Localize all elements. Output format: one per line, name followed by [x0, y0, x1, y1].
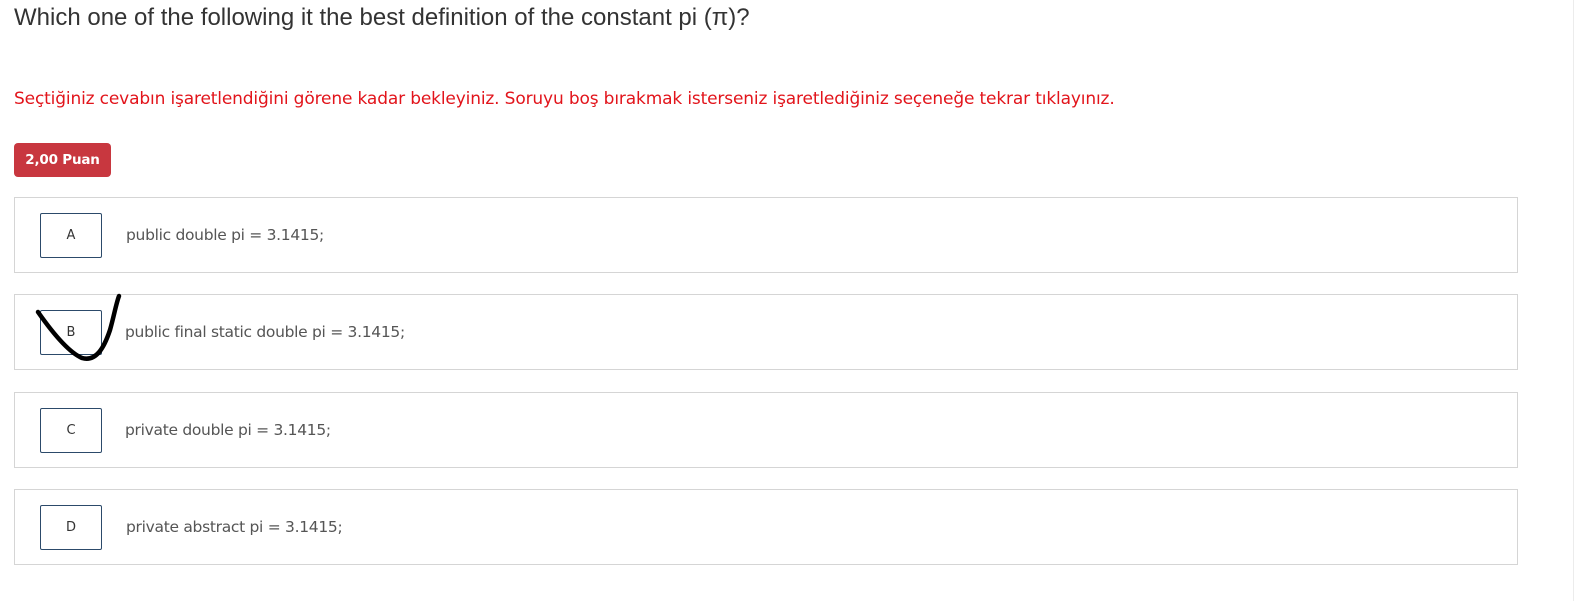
- option-text-b: public final static double pi = 3.1415;: [125, 323, 405, 341]
- question-title: Which one of the following it the best d…: [14, 4, 750, 31]
- instruction-text: Seçtiğiniz cevabın işaretlendiğini gören…: [14, 89, 1115, 109]
- option-letter-d[interactable]: D: [40, 505, 102, 550]
- quiz-page: Which one of the following it the best d…: [0, 0, 1592, 601]
- option-text-a: public double pi = 3.1415;: [126, 226, 324, 244]
- option-text-d: private abstract pi = 3.1415;: [126, 518, 343, 536]
- option-letter-c[interactable]: C: [40, 408, 102, 453]
- option-d[interactable]: D private abstract pi = 3.1415;: [14, 489, 1518, 565]
- scrollbar[interactable]: [1573, 0, 1592, 601]
- option-c[interactable]: C private double pi = 3.1415;: [14, 392, 1518, 468]
- option-letter-a[interactable]: A: [40, 213, 102, 258]
- option-b[interactable]: B public final static double pi = 3.1415…: [14, 294, 1518, 370]
- points-badge: 2,00 Puan: [14, 143, 111, 177]
- option-a[interactable]: A public double pi = 3.1415;: [14, 197, 1518, 273]
- option-text-c: private double pi = 3.1415;: [125, 421, 331, 439]
- option-letter-b[interactable]: B: [40, 310, 102, 355]
